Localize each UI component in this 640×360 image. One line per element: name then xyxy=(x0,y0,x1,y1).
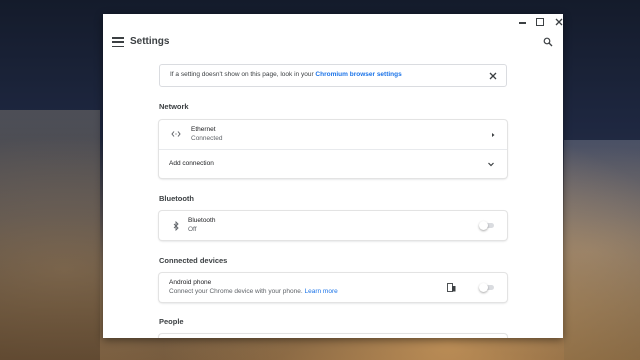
wallpaper-building-left xyxy=(0,110,100,360)
bluetooth-row[interactable]: Bluetooth Off xyxy=(159,211,507,240)
bluetooth-section-title: Bluetooth xyxy=(159,194,194,203)
search-icon[interactable] xyxy=(543,37,553,47)
close-icon xyxy=(555,18,563,26)
network-card: Ethernet Connected Add connection xyxy=(159,120,507,178)
minimize-button[interactable] xyxy=(515,16,529,28)
phone-icon xyxy=(447,283,456,292)
chevron-down-icon xyxy=(488,162,494,167)
close-icon[interactable] xyxy=(487,70,499,82)
menu-icon[interactable] xyxy=(112,37,124,47)
toggle-knob xyxy=(479,221,488,230)
people-section-title: People xyxy=(159,317,184,326)
window-close-button[interactable] xyxy=(552,16,563,28)
network-section-title: Network xyxy=(159,102,189,111)
wallpaper-building-right xyxy=(564,140,640,360)
info-banner: If a setting doesn't show on this page, … xyxy=(159,64,507,87)
maximize-button[interactable] xyxy=(533,16,547,28)
bluetooth-card: Bluetooth Off xyxy=(159,211,507,240)
ethernet-title: Ethernet xyxy=(191,126,216,133)
android-phone-description: Connect your Chrome device with your pho… xyxy=(169,288,338,295)
window-titlebar xyxy=(103,14,563,30)
chromium-settings-link[interactable]: Chromium browser settings xyxy=(315,71,401,78)
settings-header: Settings xyxy=(103,30,563,56)
add-connection-row[interactable]: Add connection xyxy=(159,149,507,178)
banner-text: If a setting doesn't show on this page, … xyxy=(170,71,402,78)
android-phone-title: Android phone xyxy=(169,279,212,286)
page-title: Settings xyxy=(130,36,170,47)
chevron-right-icon xyxy=(492,133,495,137)
android-phone-desc-text: Connect your Chrome device with your pho… xyxy=(169,288,303,295)
android-phone-toggle[interactable] xyxy=(479,283,495,292)
bluetooth-toggle[interactable] xyxy=(479,221,495,230)
ethernet-icon xyxy=(171,131,181,137)
settings-window: Settings If a setting doesn't show on th… xyxy=(103,14,563,338)
connected-devices-section-title: Connected devices xyxy=(159,256,228,265)
banner-message: If a setting doesn't show on this page, … xyxy=(170,71,316,78)
bluetooth-title: Bluetooth xyxy=(188,217,216,224)
connected-devices-card: Android phone Connect your Chrome device… xyxy=(159,273,507,302)
ethernet-row[interactable]: Ethernet Connected xyxy=(159,120,507,149)
people-card xyxy=(159,334,507,338)
add-connection-label: Add connection xyxy=(169,160,214,167)
learn-more-link[interactable]: Learn more xyxy=(305,288,338,295)
toggle-knob xyxy=(479,283,488,292)
bluetooth-status: Off xyxy=(188,226,197,233)
bluetooth-icon xyxy=(173,221,179,231)
android-phone-row[interactable]: Android phone Connect your Chrome device… xyxy=(159,273,507,302)
ethernet-status: Connected xyxy=(191,135,223,142)
